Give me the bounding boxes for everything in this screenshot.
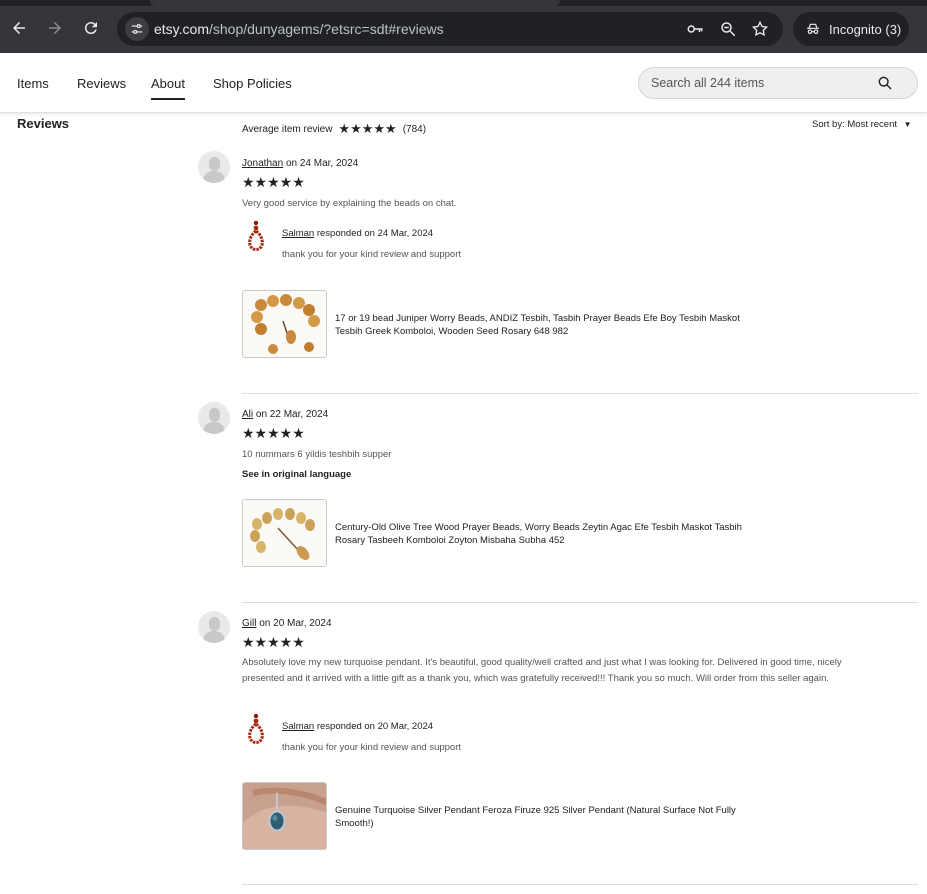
site-info-icon[interactable]: [125, 17, 149, 41]
bookmark-star-icon[interactable]: [751, 20, 769, 38]
item-thumbnail[interactable]: [242, 290, 327, 358]
tab-strip: [0, 0, 927, 6]
tab-shop-policies[interactable]: Shop Policies: [213, 76, 292, 91]
arrow-left-icon: [13, 22, 25, 34]
review-text: Very good service by explaining the bead…: [242, 198, 457, 209]
arrow-right-icon: [49, 22, 61, 34]
search-icon[interactable]: [877, 75, 893, 91]
reviews-heading: Reviews: [17, 116, 70, 131]
sort-label: Sort by: Most recent: [812, 119, 898, 130]
review-header: Jonathan on 24 Mar, 2024: [242, 158, 358, 169]
seller-avatar-icon: [248, 220, 264, 251]
see-original-language-link[interactable]: See in original language: [242, 469, 351, 480]
reviewer-name-link[interactable]: Gill: [242, 618, 256, 629]
shop-search-input[interactable]: Search all 244 items: [638, 67, 918, 99]
review-divider: [242, 602, 918, 603]
review-stars: ★★★★★: [242, 174, 305, 190]
seller-name-link[interactable]: Salman: [282, 721, 314, 732]
url-text: etsy.com/shop/dunyagems/?etsrc=sdt#revie…: [154, 21, 444, 37]
sort-dropdown[interactable]: Sort by: Most recent ▼: [812, 119, 912, 130]
tab-items[interactable]: Items: [17, 76, 49, 91]
reload-icon: [84, 22, 97, 35]
response-text: thank you for your kind review and suppo…: [282, 742, 462, 753]
review-item: Gill on 20 Mar, 2024 ★★★★★ Absolutely lo…: [198, 611, 918, 871]
avatar[interactable]: [198, 402, 230, 434]
active-tab[interactable]: [150, 0, 560, 6]
review-divider: [242, 884, 918, 885]
tab-reviews[interactable]: Reviews: [77, 76, 126, 91]
incognito-label: Incognito (3): [829, 21, 902, 37]
browser-toolbar: etsy.com/shop/dunyagems/?etsrc=sdt#revie…: [0, 0, 927, 53]
review-date: on 22 Mar, 2024: [255, 409, 329, 420]
average-stars: ★★★★★: [338, 121, 397, 136]
average-rating: Average item review ★★★★★ (784): [242, 121, 426, 137]
reload-button[interactable]: [77, 14, 105, 42]
seller-avatar-icon: [248, 713, 264, 744]
review-item: Ali on 22 Mar, 2024 ★★★★★ 10 nummars 6 y…: [198, 402, 918, 592]
reviewer-name-link[interactable]: Ali: [242, 409, 253, 420]
url-domain: etsy.com: [154, 21, 209, 37]
review-divider: [242, 393, 918, 394]
response-text: thank you for your kind review and suppo…: [282, 249, 462, 260]
caret-down-icon: ▼: [903, 120, 912, 129]
incognito-button[interactable]: Incognito (3): [793, 12, 909, 46]
reviewer-name-link[interactable]: Jonathan: [242, 158, 283, 169]
review-count: (784): [402, 123, 427, 135]
back-button[interactable]: [5, 14, 33, 42]
item-title-link[interactable]: 17 or 19 bead Juniper Worry Beads, ANDIZ…: [335, 312, 765, 338]
review-text: Absolutely love my new turquoise pendant…: [242, 657, 842, 684]
seller-name-link[interactable]: Salman: [282, 228, 314, 239]
review-stars: ★★★★★: [242, 634, 305, 650]
response-date: responded on 20 Mar, 2024: [316, 721, 434, 732]
response-header: Salman responded on 20 Mar, 2024: [282, 721, 433, 732]
zoom-icon[interactable]: [719, 20, 737, 38]
shop-nav-bar: Items Reviews About Shop Policies Search…: [0, 53, 927, 113]
review-stars: ★★★★★: [242, 425, 305, 441]
review-item: Jonathan on 24 Mar, 2024 ★★★★★ Very good…: [198, 151, 918, 381]
password-key-icon[interactable]: [686, 20, 704, 38]
item-thumbnail[interactable]: [242, 782, 327, 850]
avatar[interactable]: [198, 151, 230, 183]
item-title-link[interactable]: Century-Old Olive Tree Wood Prayer Beads…: [335, 521, 765, 547]
review-header: Gill on 20 Mar, 2024: [242, 618, 332, 629]
address-bar[interactable]: etsy.com/shop/dunyagems/?etsrc=sdt#revie…: [117, 12, 783, 46]
avatar[interactable]: [198, 611, 230, 643]
incognito-icon: [807, 23, 819, 34]
review-date: on 24 Mar, 2024: [285, 158, 359, 169]
response-date: responded on 24 Mar, 2024: [316, 228, 434, 239]
item-title-link[interactable]: Genuine Turquoise Silver Pendant Feroza …: [335, 804, 765, 830]
forward-button[interactable]: [41, 14, 69, 42]
search-placeholder: Search all 244 items: [651, 76, 765, 90]
response-header: Salman responded on 24 Mar, 2024: [282, 228, 433, 239]
average-label: Average item review: [242, 123, 333, 135]
url-path: /shop/dunyagems/?etsrc=sdt#reviews: [208, 21, 444, 37]
review-header: Ali on 22 Mar, 2024: [242, 409, 328, 420]
tab-about[interactable]: About: [151, 76, 185, 100]
item-thumbnail[interactable]: [242, 499, 327, 567]
review-text: 10 nummars 6 yildis teshbih supper: [242, 449, 392, 460]
review-date: on 20 Mar, 2024: [259, 618, 332, 629]
